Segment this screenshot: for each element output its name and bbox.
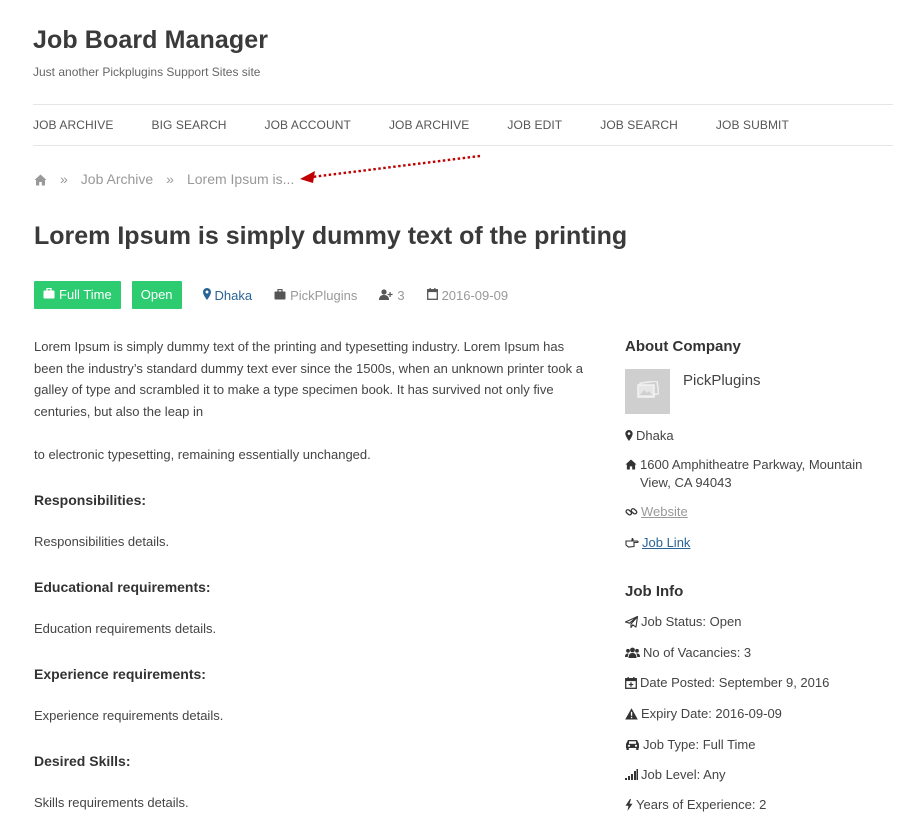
job-description: Lorem Ipsum is simply dummy text of the … [34,336,584,814]
sidebar: About Company PickPlugins Dhaka 1600 Amp… [624,338,895,816]
info-job-status: Job Status: Open [624,613,895,633]
info-experience-text: Years of Experience: 2 [636,797,767,812]
info-expiry-text: Expiry Date: 2016-09-09 [641,706,782,721]
breadcrumb-separator: » [166,171,174,187]
job-date-label: 2016-09-09 [441,287,509,303]
info-experience: Years of Experience: 2 [625,796,895,816]
annotation-arrow [300,154,481,183]
job-status-badge[interactable]: Open [131,281,182,309]
company-location: Dhaka [625,427,895,446]
image-icon [636,379,660,402]
job-title: Lorem Ipsum is simply dummy text of the … [34,222,628,250]
map-marker-icon [202,287,215,303]
job-location: Dhaka [202,287,253,303]
nav-item-big-search[interactable]: BIG SEARCH [151,118,226,134]
job-type-label: Full Time [59,287,112,302]
nav-item-job-account[interactable]: JOB ACCOUNT [264,118,350,134]
company-website: Website [625,503,895,523]
experience-heading: Experience requirements: [34,665,206,682]
responsibilities-detail: Responsibilities details. [34,534,170,549]
description-paragraph: Lorem Ipsum is simply dummy text of the … [34,339,583,419]
link-icon [625,503,641,523]
map-marker-icon [625,427,636,446]
job-info-heading: Job Info [625,583,684,600]
education-detail: Education requirements details. [34,621,217,636]
info-expiry: Expiry Date: 2016-09-09 [625,705,895,725]
signal-icon [625,766,641,785]
job-meta: Full Time Open Dhaka PickPlugins 3 2016-… [34,281,520,309]
job-company-label: PickPlugins [290,287,358,303]
info-vacancies: No of Vacancies: 3 [625,644,895,663]
job-location-link[interactable]: Dhaka [215,288,253,303]
main-nav: JOB ARCHIVE BIG SEARCH JOB ACCOUNT JOB A… [33,118,827,134]
job-status-label: Open [140,287,173,302]
about-company-heading: About Company [625,338,741,355]
info-job-level-text: Job Level: Any [641,767,726,782]
info-job-status-text: Job Status: Open [641,614,742,629]
job-date: 2016-09-09 [426,287,509,303]
breadcrumb-current: Lorem Ipsum is... [186,171,295,187]
description-paragraph-2: to electronic typesetting, remaining ess… [34,447,371,462]
user-plus-icon [379,288,397,303]
company-address-text: 1600 Amphitheatre Parkway, Mountain View… [640,457,863,490]
bolt-icon [625,796,636,816]
info-job-type-text: Job Type: Full Time [643,737,756,752]
site-title[interactable]: Job Board Manager [33,26,268,55]
job-company: PickPlugins [274,288,357,303]
nav-item-job-archive[interactable]: JOB ARCHIVE [33,118,113,134]
paper-plane-icon [624,613,641,633]
home-icon [625,456,640,475]
nav-divider-bottom [33,145,893,146]
briefcase-icon [274,288,290,303]
company-address: 1600 Amphitheatre Parkway, Mountain View… [625,456,895,492]
experience-detail: Experience requirements details. [34,708,224,723]
company-name: PickPlugins [683,372,761,389]
car-icon [625,736,643,755]
info-date-posted-text: Date Posted: September 9, 2016 [640,675,830,690]
info-date-posted: Date Posted: September 9, 2016 [625,674,895,694]
skills-heading: Desired Skills: [34,752,131,769]
nav-item-job-submit[interactable]: JOB SUBMIT [716,118,789,134]
briefcase-icon [43,281,59,309]
company-logo [625,369,670,414]
calendar-plus-icon [625,674,640,694]
breadcrumb: » Job Archive » Lorem Ipsum is... [34,171,294,187]
info-job-type: Job Type: Full Time [625,736,895,755]
job-link-row: Job Link [625,534,895,553]
warning-icon [625,705,641,725]
company-website-link[interactable]: Website [641,503,688,521]
job-type-badge[interactable]: Full Time [34,281,121,309]
job-link[interactable]: Job Link [642,534,690,552]
home-icon[interactable] [34,173,47,186]
info-job-level: Job Level: Any [625,766,895,785]
education-heading: Educational requirements: [34,578,211,595]
calendar-icon [426,287,442,303]
nav-divider-top [33,104,893,105]
nav-item-job-edit[interactable]: JOB EDIT [507,118,562,134]
company-card: PickPlugins [625,369,895,414]
info-vacancies-text: No of Vacancies: 3 [643,645,752,660]
nav-item-job-search[interactable]: JOB SEARCH [600,118,678,134]
hand-pointer-icon [625,534,642,553]
company-location-text: Dhaka [636,428,674,443]
responsibilities-heading: Responsibilities: [34,491,147,508]
skills-detail: Skills requirements details. [34,795,189,810]
users-icon [625,644,643,663]
breadcrumb-job-archive[interactable]: Job Archive [81,171,153,187]
breadcrumb-separator: » [60,171,68,187]
site-tagline: Just another Pickplugins Support Sites s… [33,65,261,79]
job-vacancies-label: 3 [397,287,405,303]
nav-item-job-archive-2[interactable]: JOB ARCHIVE [389,118,469,134]
job-vacancies: 3 [379,287,405,303]
